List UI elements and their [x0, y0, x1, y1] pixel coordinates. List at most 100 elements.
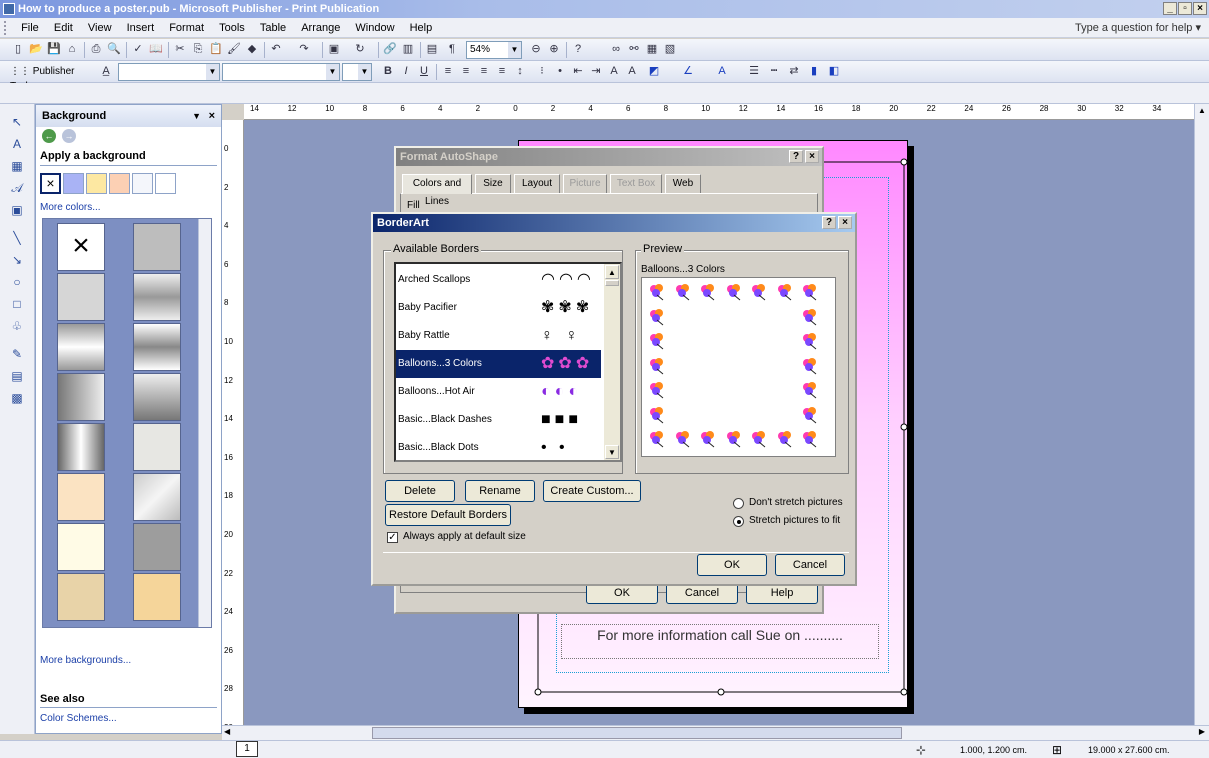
help-title-button[interactable]: ? [789, 150, 803, 163]
close-title-button[interactable]: × [838, 216, 852, 229]
dash-style-icon[interactable]: ┅ [766, 64, 782, 79]
research-icon[interactable]: 📖 [148, 42, 164, 57]
tab-text-box[interactable]: Text Box [610, 174, 662, 194]
border-list-item[interactable]: Balloons...Hot Air ◐◐◐ [396, 378, 601, 406]
menu-edit[interactable]: Edit [48, 18, 79, 38]
texture-tile[interactable] [57, 573, 105, 621]
border-list-item[interactable]: Basic...Black Dashes ■■■ [396, 406, 601, 434]
tab-layout[interactable]: Layout [514, 174, 560, 194]
texture-tile[interactable] [57, 523, 105, 571]
justify-icon[interactable]: ≡ [494, 64, 510, 79]
color-swatch[interactable] [86, 173, 107, 194]
border-list-item[interactable]: Baby Pacifier ✾✾✾ [396, 294, 601, 322]
menu-view[interactable]: View [82, 18, 118, 38]
menu-help[interactable]: Help [404, 18, 439, 38]
increase-indent-icon[interactable]: ⇥ [588, 64, 604, 79]
design-gallery-icon[interactable]: ▩ [9, 390, 25, 406]
table-icon[interactable]: ▦ [9, 158, 25, 174]
line-color-icon[interactable]: ∠ [680, 64, 696, 79]
styles-icon[interactable]: A̲ [98, 64, 114, 79]
gallery-scrollbar[interactable] [198, 219, 211, 627]
delete-button[interactable]: Delete [385, 480, 455, 502]
new-icon[interactable]: ▯ [10, 42, 26, 57]
scroll-thumb[interactable] [605, 280, 619, 286]
select-arrow-icon[interactable]: ↖ [9, 114, 25, 130]
font-size-select[interactable]: ▼ [342, 63, 372, 81]
unlink-icon[interactable]: ⚯ [626, 42, 642, 57]
fill-color-icon[interactable]: ◩ [646, 64, 662, 79]
border-list-item[interactable]: Arched Scallops ◠◠◠ [396, 266, 601, 294]
gradient-tile[interactable] [133, 373, 181, 421]
wordart-icon[interactable]: 𝒜 [9, 180, 25, 196]
link-icon[interactable]: ∞ [608, 42, 624, 57]
border-list-item[interactable]: Balloons...3 Colors ✿✿✿ [396, 350, 601, 378]
print-preview-icon[interactable]: 🔍 [106, 42, 122, 57]
tab-colors-and-lines[interactable]: Colors and Lines [402, 174, 472, 207]
color-schemes-link[interactable]: Color Schemes... [40, 713, 117, 724]
close-title-button[interactable]: × [805, 150, 819, 163]
catalog-merge-icon[interactable]: ▧ [662, 42, 678, 57]
italic-icon[interactable]: I [398, 64, 414, 79]
rotate-icon[interactable]: ↻ [352, 42, 368, 57]
permission-icon[interactable]: ⌂ [64, 42, 80, 57]
bullets-icon[interactable]: • [552, 64, 568, 79]
menu-insert[interactable]: Insert [121, 18, 161, 38]
texture-tile[interactable] [57, 473, 105, 521]
close-button[interactable]: × [1193, 2, 1207, 15]
tab-web[interactable]: Web [665, 174, 701, 194]
menu-arrange[interactable]: Arrange [295, 18, 346, 38]
line-style-icon[interactable]: ☰ [746, 64, 762, 79]
menu-file[interactable]: File [15, 18, 45, 38]
menu-window[interactable]: Window [349, 18, 400, 38]
cut-icon[interactable]: ✂ [172, 42, 188, 57]
font-color-icon[interactable]: A [714, 64, 730, 79]
back-icon[interactable]: ← [42, 129, 56, 143]
scroll-thumb[interactable] [372, 727, 902, 739]
spelling-icon[interactable]: ✓ [130, 42, 146, 57]
stretch-radio[interactable] [733, 516, 744, 527]
font-select[interactable]: ▼ [222, 63, 340, 81]
page-navigator[interactable]: 1 [236, 741, 258, 757]
vertical-ruler[interactable]: 024681012141618202224262830 [222, 120, 244, 732]
gradient-tile[interactable] [57, 423, 105, 471]
columns-icon[interactable]: ▥ [400, 42, 416, 57]
zoom-in-icon[interactable]: ⊕ [546, 42, 562, 57]
oval-tool-icon[interactable]: ○ [9, 274, 25, 290]
align-center-icon[interactable]: ≡ [458, 64, 474, 79]
more-colors-link[interactable]: More colors... [40, 202, 101, 213]
scroll-down-icon[interactable]: ▼ [605, 445, 619, 459]
scroll-left-icon[interactable]: ◀ [224, 727, 230, 736]
horizontal-ruler[interactable]: 14 12 10 8 6 4 2 0 2 4 6 8 10 12 14 16 18 20 22 24 26 28 30 32 3… [244, 104, 1194, 120]
no-fill-swatch[interactable]: × [40, 173, 61, 194]
border-list-item[interactable]: Baby Rattle ♀ ♀ [396, 322, 601, 350]
shrink-font-icon[interactable]: A [624, 64, 640, 79]
texture-tile[interactable] [133, 423, 181, 471]
menu-format[interactable]: Format [163, 18, 210, 38]
3d-style-icon[interactable]: ◧ [826, 64, 842, 79]
tab-size[interactable]: Size [475, 174, 511, 194]
horizontal-scrollbar[interactable]: ◀ ▶ [222, 725, 1209, 740]
task-pane-close-icon[interactable]: × [209, 105, 215, 127]
minimize-button[interactable]: _ [1163, 2, 1177, 15]
line-tool-icon[interactable]: ╲ [9, 230, 25, 246]
help-icon[interactable]: ? [570, 42, 586, 57]
bring-front-icon[interactable]: ▣ [326, 42, 342, 57]
borderart-cancel-button[interactable]: Cancel [775, 554, 845, 576]
ask-question-box[interactable]: Type a question for help ▾ [1075, 21, 1201, 34]
align-left-icon[interactable]: ≡ [440, 64, 456, 79]
publisher-tasks-button[interactable]: ⋮⋮ Publisher Tasks [10, 64, 94, 92]
gradient-tile[interactable] [133, 323, 181, 371]
form-control-icon[interactable]: ▤ [9, 368, 25, 384]
color-swatch[interactable] [63, 173, 84, 194]
vertical-scrollbar[interactable]: ▲ [1194, 104, 1209, 725]
forward-icon[interactable]: → [62, 129, 76, 143]
undo-icon[interactable]: ↶ [268, 42, 284, 57]
gradient-tile[interactable] [57, 323, 105, 371]
borderart-ok-button[interactable]: OK [697, 554, 767, 576]
no-background-tile[interactable]: × [57, 223, 105, 271]
catalog-icon[interactable]: ▦ [644, 42, 660, 57]
picture-frame-icon[interactable]: ▣ [9, 202, 25, 218]
scroll-up-icon[interactable]: ▲ [605, 265, 619, 279]
paste-icon[interactable]: 📋 [208, 42, 224, 57]
texture-tile[interactable] [133, 523, 181, 571]
